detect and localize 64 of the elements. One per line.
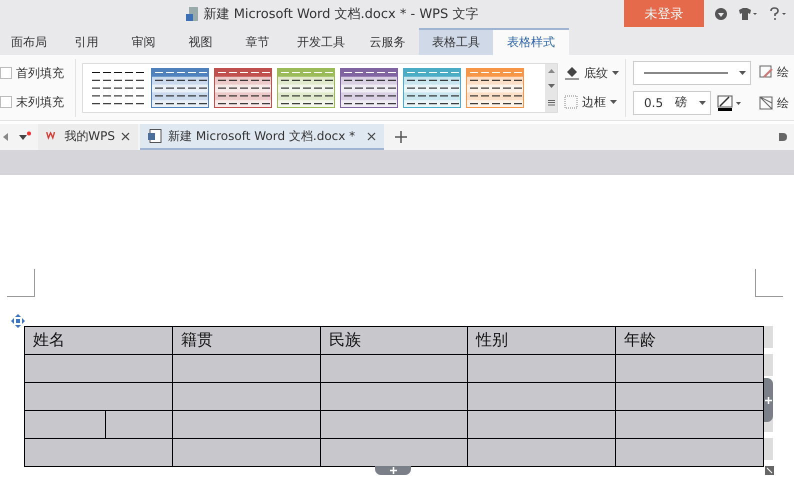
help-icon bbox=[768, 7, 788, 21]
window-title: 新建 Microsoft Word 文档.docx * - WPS 文字 bbox=[204, 6, 478, 23]
table-pencil-icon bbox=[759, 65, 773, 79]
caret-icon bbox=[739, 70, 746, 74]
move-handle-icon bbox=[11, 314, 25, 328]
table-header-cell: 姓名 bbox=[25, 327, 173, 355]
document-tab[interactable]: 我的WPS bbox=[38, 124, 138, 150]
table-header-cell: 籍贯 bbox=[173, 327, 321, 355]
line-width-dropdown[interactable]: 0.5 磅 bbox=[633, 90, 711, 114]
table-style-thumbnail[interactable] bbox=[277, 68, 335, 108]
table-header-cell: 年龄 bbox=[616, 327, 764, 355]
table-style-thumbnail[interactable] bbox=[214, 68, 272, 108]
shirt-icon bbox=[738, 7, 758, 21]
draw-table-button[interactable]: 绘 bbox=[759, 64, 789, 80]
paint-bucket-icon bbox=[564, 65, 580, 81]
plus-icon bbox=[765, 396, 772, 404]
line-style-dropdown[interactable] bbox=[633, 60, 751, 84]
scroll-up-icon[interactable] bbox=[548, 69, 554, 74]
document-tab[interactable]: 新建 Microsoft Word 文档.docx * bbox=[140, 124, 384, 150]
shading-button[interactable]: 底纹 bbox=[564, 64, 619, 82]
scroll-down-icon[interactable] bbox=[548, 84, 554, 88]
checkbox[interactable] bbox=[0, 96, 12, 108]
draw-diagonal-button[interactable]: 绘 bbox=[759, 94, 789, 112]
resize-handle-icon bbox=[765, 466, 774, 475]
table-style-thumbnail[interactable] bbox=[403, 68, 461, 108]
corner-icon bbox=[778, 132, 788, 142]
menu-tab[interactable]: 视图 bbox=[172, 28, 229, 55]
checkbox-label: 末列填充 bbox=[16, 94, 64, 110]
add-row-button[interactable] bbox=[375, 466, 411, 475]
caret-icon bbox=[699, 100, 706, 104]
crop-mark bbox=[755, 269, 783, 297]
close-button[interactable] bbox=[367, 132, 376, 140]
menu-tab[interactable]: 面布局 bbox=[0, 28, 58, 55]
menu-tab[interactable]: 表格工具 bbox=[419, 28, 493, 55]
plus-icon bbox=[390, 467, 396, 474]
caret-icon bbox=[610, 100, 617, 104]
menu-tab[interactable]: 云服务 bbox=[356, 28, 419, 55]
checkbox-label: 首列填充 bbox=[16, 64, 64, 82]
document-icon bbox=[186, 7, 198, 21]
menu-tab[interactable]: 开发工具 bbox=[286, 28, 356, 55]
add-column-button[interactable] bbox=[764, 378, 773, 422]
expand-gallery-icon[interactable] bbox=[548, 100, 554, 106]
table-style-thumbnail[interactable] bbox=[151, 68, 209, 108]
table-header-cell: 民族 bbox=[321, 327, 468, 355]
border-icon bbox=[564, 95, 578, 109]
pen-color-icon bbox=[717, 94, 743, 110]
border-button[interactable]: 边框 bbox=[564, 94, 619, 110]
new-tab-icon bbox=[394, 130, 408, 144]
line-sample-icon bbox=[644, 72, 728, 74]
crop-mark bbox=[7, 269, 35, 297]
menu-tab[interactable]: 引用 bbox=[58, 28, 115, 55]
table-style-thumbnail[interactable] bbox=[340, 68, 398, 108]
caret-icon bbox=[612, 71, 619, 75]
table-header-cell: 性别 bbox=[468, 327, 616, 355]
checkbox[interactable] bbox=[0, 67, 12, 79]
document-icon bbox=[148, 129, 162, 143]
document-tab-label: 新建 Microsoft Word 文档.docx * bbox=[168, 128, 356, 144]
menu-tab[interactable]: 章节 bbox=[229, 28, 286, 55]
table-style-thumbnail[interactable] bbox=[466, 68, 524, 108]
menu-tab[interactable]: 表格样式 bbox=[493, 28, 569, 55]
document-tab-label: 我的WPS bbox=[64, 128, 115, 144]
diagonal-cell-icon bbox=[759, 96, 773, 110]
menu-tab[interactable]: 审阅 bbox=[115, 28, 172, 55]
close-button[interactable] bbox=[121, 132, 130, 140]
